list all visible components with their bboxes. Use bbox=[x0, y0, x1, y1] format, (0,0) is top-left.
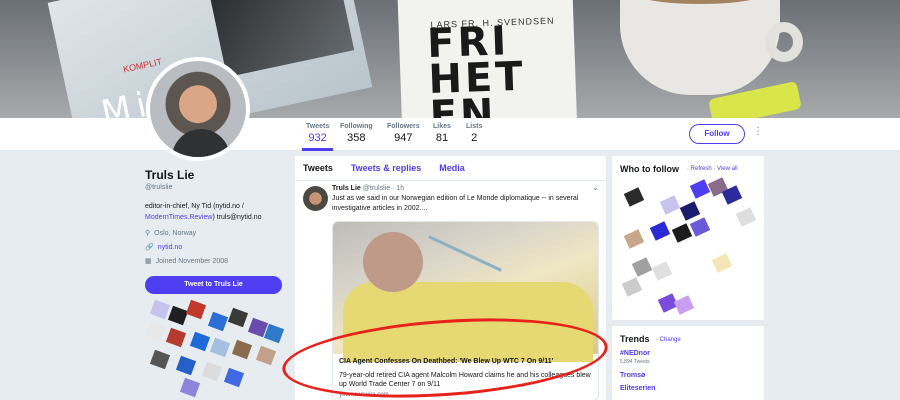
profile-location: ⚲ Oslo, Norway bbox=[145, 229, 295, 238]
stat-value: 947 bbox=[394, 132, 413, 144]
header-banner: KOMPLIT Mid n LARS FR. H. SVENDSEN FRI H… bbox=[0, 0, 900, 118]
card-title: CIA Agent Confesses On Deathbed: 'We Ble… bbox=[339, 358, 554, 365]
tab-tweets[interactable]: Tweets bbox=[303, 163, 333, 173]
profile-card: Truls Lie @trulslie editor-in-chief, Ny … bbox=[145, 168, 295, 265]
stat-lists[interactable]: Lists 2 bbox=[466, 123, 482, 144]
card-description: 79-year-old retired CIA agent Malcolm Ho… bbox=[339, 372, 591, 388]
book-cover-photo bbox=[210, 0, 355, 78]
trends: Trends · Change #NEDnor 5,894 Tweets Tro… bbox=[612, 326, 764, 400]
card-image bbox=[333, 222, 598, 362]
profile-website: 🔗 nytid.no bbox=[145, 243, 295, 252]
trend-item[interactable]: Eliteserien bbox=[620, 385, 655, 392]
profile-bio: editor-in-chief, Ny Tid (nytid.no / Mode… bbox=[145, 201, 295, 223]
bio-text: ) truls@nytid.no bbox=[212, 214, 262, 221]
stat-label: Lists bbox=[466, 123, 483, 130]
view-all-link[interactable]: View all bbox=[717, 166, 738, 172]
link-icon: 🔗 bbox=[145, 244, 154, 251]
book-title-large: FRI HET EN bbox=[426, 18, 527, 118]
dot-separator: · bbox=[713, 166, 716, 172]
stat-value: 2 bbox=[471, 132, 478, 144]
tweet-header: Truls Lie @trulslie · 1h bbox=[332, 185, 404, 192]
profile-joined: ▦ Joined November 2008 bbox=[145, 257, 295, 266]
timeline: Tweets Tweets & replies Media Truls Lie … bbox=[295, 156, 606, 400]
website-link[interactable]: nytid.no bbox=[158, 244, 183, 251]
more-options-icon[interactable]: ⋮ bbox=[753, 126, 763, 137]
coffee-cup bbox=[620, 0, 780, 95]
tweet-avatar[interactable] bbox=[303, 186, 328, 211]
dot-separator: · bbox=[687, 166, 689, 172]
tweet-text: Just as we said in our Norwegian edition… bbox=[332, 195, 579, 212]
follow-button[interactable]: Follow bbox=[689, 124, 745, 144]
bio-text: editor-in-chief, Ny Tid (nytid.no / bbox=[145, 203, 244, 210]
tweet-author[interactable]: Truls Lie bbox=[332, 185, 361, 192]
location-icon: ⚲ bbox=[145, 230, 151, 237]
tab-tweets-replies[interactable]: Tweets & replies bbox=[351, 163, 421, 173]
stat-label: Likes bbox=[433, 123, 451, 130]
timeline-tabs: Tweets Tweets & replies Media bbox=[295, 156, 606, 181]
link-card[interactable]: CIA Agent Confesses On Deathbed: 'We Ble… bbox=[332, 221, 599, 400]
location-text: Oslo, Norway bbox=[154, 229, 197, 237]
card-domain: yournewswire.com bbox=[339, 392, 389, 398]
who-to-follow-links: · Refresh · View all bbox=[687, 166, 738, 172]
change-link[interactable]: · Change bbox=[656, 337, 681, 343]
banner-book-mid: LARS FR. H. SVENDSEN FRI HET EN bbox=[397, 0, 578, 118]
refresh-link[interactable]: Refresh bbox=[691, 166, 712, 172]
avatar[interactable] bbox=[146, 57, 250, 161]
stat-value: 932 bbox=[308, 132, 327, 144]
calendar-icon: ▦ bbox=[145, 258, 152, 265]
trend-item[interactable]: #NEDnor bbox=[620, 350, 650, 357]
tweet[interactable]: Truls Lie @trulslie · 1h ⌄ Just as we sa… bbox=[295, 181, 606, 400]
stat-tweets[interactable]: Tweets 932 bbox=[302, 123, 334, 151]
suggestion-mosaic bbox=[612, 177, 764, 320]
book-tag: KOMPLIT bbox=[122, 56, 163, 75]
stat-label: Followers bbox=[387, 123, 420, 130]
profile-name[interactable]: Truls Lie bbox=[145, 168, 295, 182]
profile-handle: @trulslie bbox=[145, 184, 173, 191]
photo-mosaic bbox=[142, 299, 290, 400]
stat-value: 358 bbox=[347, 132, 366, 144]
trend-item[interactable]: Tromsø bbox=[620, 372, 645, 379]
stat-following[interactable]: Following 358 bbox=[340, 123, 373, 144]
cup-handle bbox=[765, 22, 803, 62]
who-to-follow-title: Who to follow bbox=[620, 164, 679, 174]
stat-followers[interactable]: Followers 947 bbox=[387, 123, 420, 144]
tweet-handle-time: @trulslie · 1h bbox=[362, 185, 405, 192]
stat-value: 81 bbox=[435, 132, 449, 144]
stat-label: Tweets bbox=[306, 123, 330, 130]
who-to-follow: Who to follow · Refresh · View all bbox=[612, 156, 764, 320]
tab-media[interactable]: Media bbox=[439, 163, 465, 173]
profile-nav: Tweets 932 Following 358 Followers 947 L… bbox=[0, 118, 900, 151]
trend-count: 5,894 Tweets bbox=[620, 359, 650, 365]
bio-link[interactable]: ModernTimes.Review bbox=[145, 214, 212, 221]
stat-label: Following bbox=[340, 123, 373, 130]
stat-likes[interactable]: Likes 81 bbox=[433, 123, 451, 144]
tweet-to-button[interactable]: Tweet to Truls Lie bbox=[145, 276, 282, 294]
trends-title: Trends bbox=[620, 334, 650, 344]
chevron-down-icon[interactable]: ⌄ bbox=[592, 183, 599, 192]
joined-text: Joined November 2008 bbox=[155, 257, 229, 265]
